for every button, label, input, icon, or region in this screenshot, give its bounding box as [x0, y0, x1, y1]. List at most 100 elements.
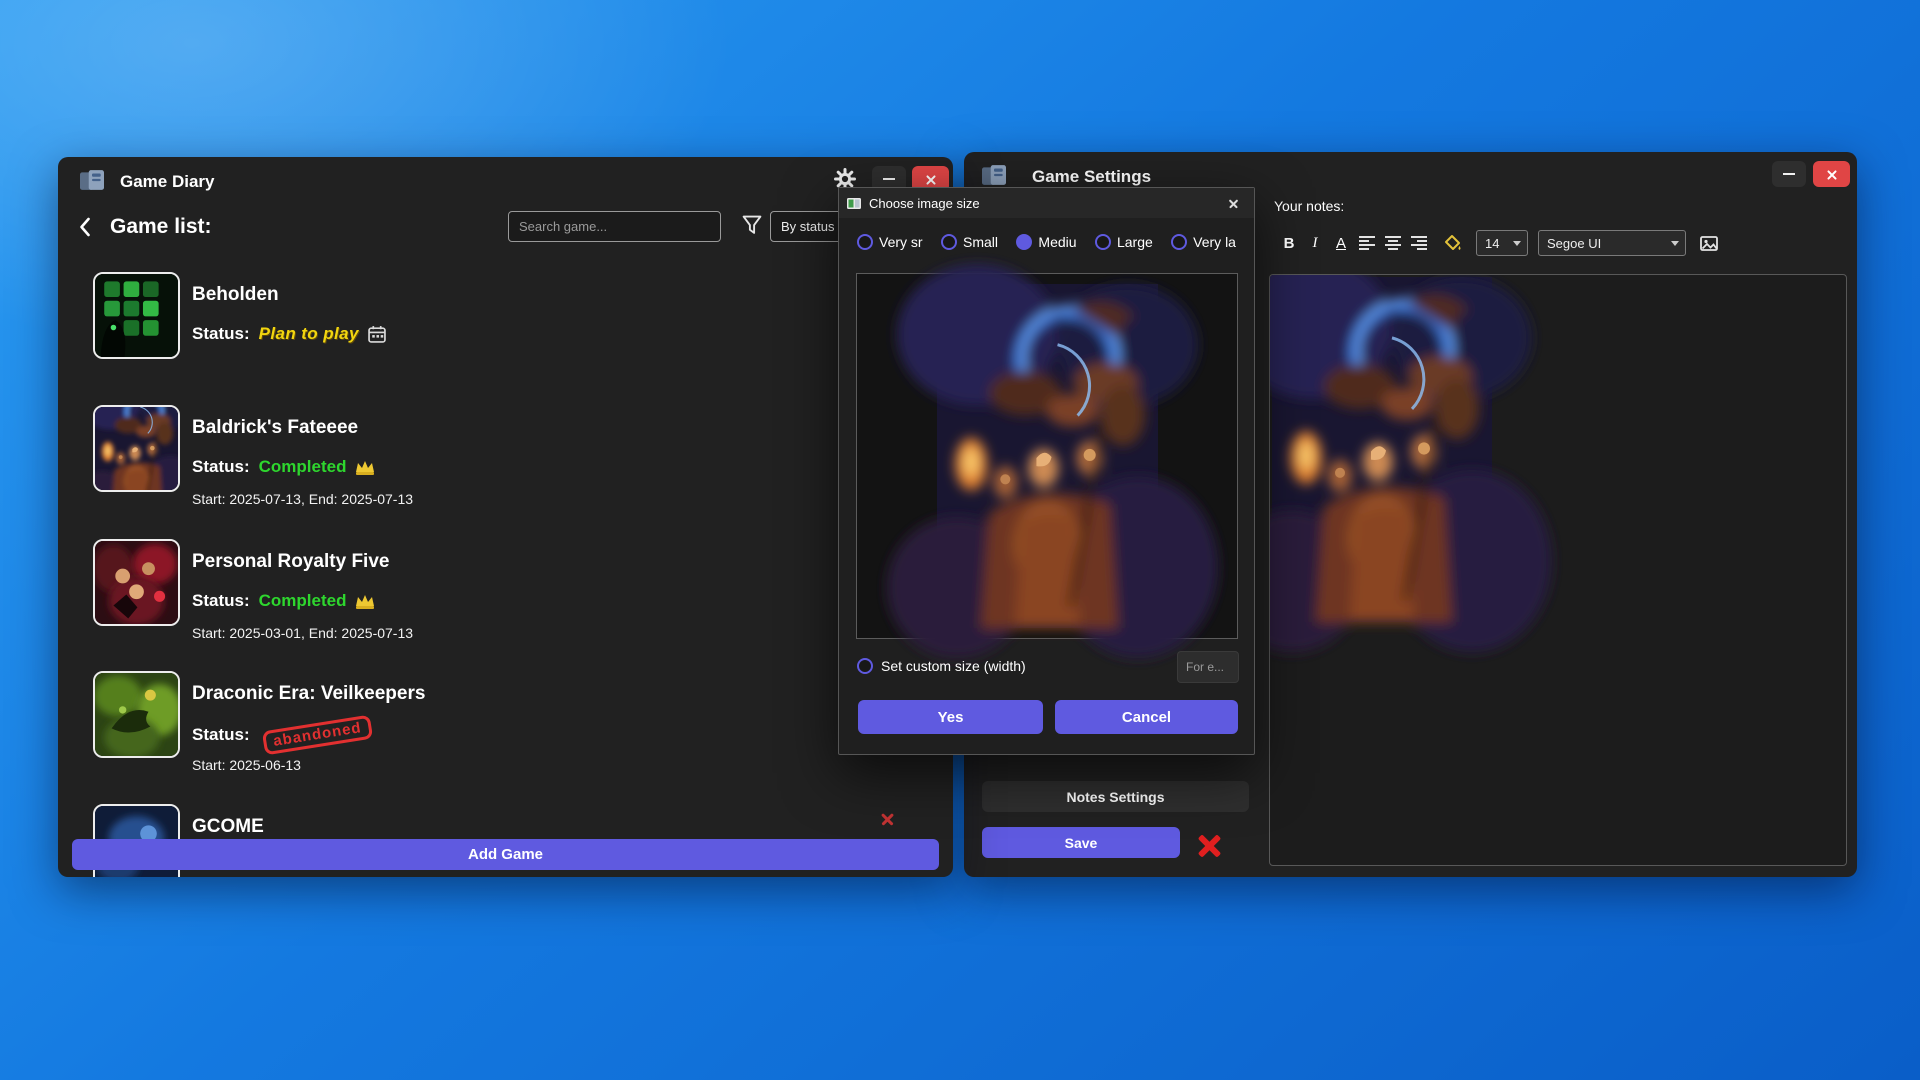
game-diary-window: Game Diary Game list: By status Beholden… [58, 157, 953, 877]
close-icon [925, 173, 937, 185]
game-dates: Start: 2025-03-01, End: 2025-07-13 [192, 625, 413, 641]
status-value: Completed [259, 591, 347, 611]
radio-label: Mediu [1038, 234, 1076, 250]
dialog-title: Choose image size [869, 196, 980, 211]
font-size-select[interactable]: 14 [1476, 230, 1528, 256]
app-icon [982, 165, 1006, 185]
status-value-abandoned-stamp: abandoned [261, 715, 372, 756]
align-center-button[interactable] [1385, 235, 1401, 251]
bold-button[interactable]: B [1276, 235, 1302, 252]
page-title: Game list: [110, 215, 212, 239]
calendar-icon [368, 325, 386, 343]
notes-settings-label: Notes Settings [1066, 789, 1164, 805]
custom-size-label: Set custom size (width) [881, 658, 1026, 674]
dialog-titlebar[interactable]: Choose image size [839, 188, 1254, 218]
radio-label: Large [1117, 234, 1153, 250]
notes-label: Your notes: [1274, 198, 1344, 214]
status-label: Status: [192, 725, 250, 745]
game-dates: Start: 2025-06-13 [192, 757, 301, 773]
underline-button[interactable]: A [1328, 235, 1354, 252]
save-label: Save [1065, 835, 1098, 851]
radio-small[interactable]: Small [941, 234, 998, 250]
status-label: Status: [192, 457, 250, 477]
status-filter-value: By status [781, 219, 834, 234]
game-row-beholden[interactable]: Beholden Status: Plan to play [58, 272, 953, 402]
radio-icon [1095, 234, 1111, 250]
dialog-close-button[interactable] [1220, 190, 1246, 216]
crown-icon [355, 459, 375, 475]
game-thumbnail [93, 272, 180, 359]
cancel-label: Cancel [1122, 709, 1171, 726]
chevron-down-icon [1671, 241, 1679, 246]
search-input[interactable] [508, 211, 721, 242]
discard-icon[interactable] [1196, 829, 1223, 856]
game-row-baldricks-fate[interactable]: Baldrick's Fateeee Status: Completed Sta… [58, 405, 953, 535]
window-title: Game Settings [1032, 167, 1151, 187]
yes-button[interactable]: Yes [858, 700, 1043, 734]
close-button[interactable] [1813, 161, 1850, 187]
radio-icon [857, 658, 873, 674]
note-game-image [1272, 277, 1492, 622]
radio-very-small[interactable]: Very sr [857, 234, 923, 250]
crown-icon [355, 593, 375, 609]
game-thumbnail [93, 671, 180, 758]
filter-icon[interactable] [742, 215, 762, 234]
radio-icon [1171, 234, 1187, 250]
radio-icon-selected [1016, 234, 1032, 250]
game-thumbnail [93, 539, 180, 626]
align-left-button[interactable] [1359, 235, 1375, 251]
save-button[interactable]: Save [982, 827, 1180, 858]
status-value: Plan to play [259, 324, 359, 344]
custom-size-input[interactable] [1177, 651, 1239, 683]
minimize-button[interactable] [1772, 161, 1806, 187]
back-icon[interactable] [78, 217, 92, 237]
status-label: Status: [192, 591, 250, 611]
notes-editor[interactable] [1269, 274, 1847, 866]
app-icon [80, 170, 104, 190]
status-label: Status: [192, 324, 250, 344]
richtext-toolbar: B I A 14 Segoe UI [1276, 228, 1723, 258]
radio-medium[interactable]: Mediu [1016, 234, 1076, 250]
insert-image-button[interactable] [1700, 236, 1718, 251]
add-game-button[interactable]: Add Game [72, 839, 939, 870]
desktop: { "accent": "#5f5ae0", "game_diary": { "… [0, 0, 1920, 1080]
remove-game-icon[interactable] [880, 810, 895, 825]
notes-settings-button[interactable]: Notes Settings [982, 781, 1249, 812]
game-title: Baldrick's Fateeee [192, 417, 358, 439]
radio-label: Very la [1193, 234, 1236, 250]
close-icon [1228, 198, 1239, 209]
game-diary-titlebar[interactable]: Game Diary [58, 157, 953, 203]
size-radio-group: Very sr Small Mediu Large Very la [857, 234, 1236, 250]
radio-very-large[interactable]: Very la [1171, 234, 1236, 250]
game-title: Draconic Era: Veilkeepers [192, 683, 425, 705]
custom-size-radio[interactable]: Set custom size (width) [857, 658, 1026, 674]
game-title: Personal Royalty Five [192, 551, 389, 573]
minimize-icon [1783, 173, 1795, 175]
italic-button[interactable]: I [1302, 235, 1328, 252]
cancel-button[interactable]: Cancel [1055, 700, 1238, 734]
add-game-label: Add Game [468, 846, 543, 863]
status-value: Completed [259, 457, 347, 477]
game-title: GCOME [192, 816, 264, 838]
choose-image-size-dialog: Choose image size Very sr Small Mediu La… [838, 187, 1255, 755]
radio-large[interactable]: Large [1095, 234, 1153, 250]
radio-label: Very sr [879, 234, 923, 250]
highlight-color-button[interactable] [1444, 235, 1461, 252]
close-icon [1826, 168, 1838, 180]
game-row-draconic-era[interactable]: Draconic Era: Veilkeepers Status: abando… [58, 671, 953, 801]
image-preview [937, 284, 1158, 628]
font-size-value: 14 [1485, 236, 1499, 251]
game-row-personal-royalty[interactable]: Personal Royalty Five Status: Completed … [58, 539, 953, 669]
align-right-button[interactable] [1411, 235, 1427, 251]
window-title: Game Diary [120, 172, 215, 192]
chevron-down-icon [1513, 241, 1521, 246]
radio-icon [941, 234, 957, 250]
game-dates: Start: 2025-07-13, End: 2025-07-13 [192, 491, 413, 507]
dialog-icon [847, 198, 861, 209]
font-family-value: Segoe UI [1547, 236, 1601, 251]
image-preview-frame [856, 273, 1238, 639]
font-family-select[interactable]: Segoe UI [1538, 230, 1686, 256]
minimize-icon [883, 178, 895, 180]
game-thumbnail [93, 405, 180, 492]
yes-label: Yes [938, 709, 964, 726]
